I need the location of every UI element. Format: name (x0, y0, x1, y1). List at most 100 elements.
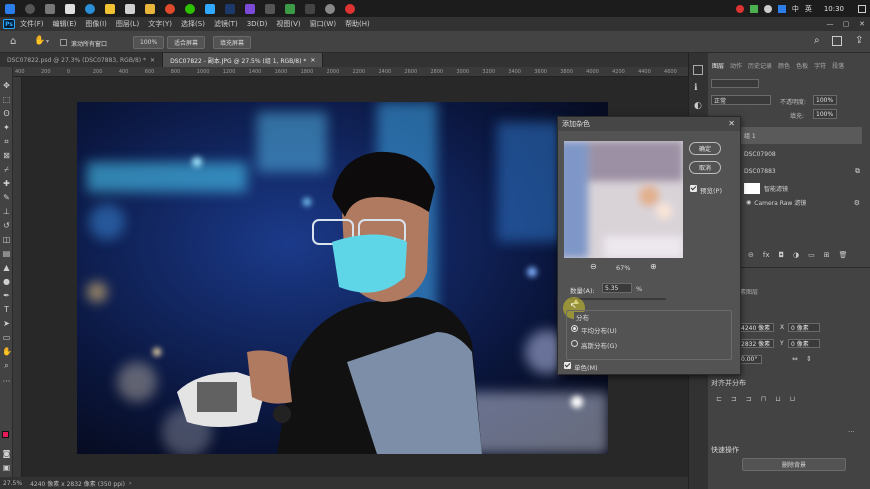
preview-checkbox[interactable] (690, 184, 697, 192)
app-icon[interactable] (325, 3, 335, 14)
amount-input[interactable]: 5.35 (602, 283, 632, 293)
new-group-icon[interactable]: ▭ (808, 251, 815, 259)
tab-color[interactable]: 颜色 (778, 61, 790, 70)
type-tool-icon[interactable]: T (2, 305, 11, 314)
more-options-icon[interactable]: ··· (848, 428, 855, 436)
close-icon[interactable]: ✕ (854, 20, 870, 28)
gradient-tool-icon[interactable]: ▤ (2, 249, 11, 258)
uniform-radio[interactable] (571, 324, 578, 332)
move-tool-icon[interactable]: ✥ (2, 81, 11, 90)
wechat-icon[interactable] (185, 3, 195, 14)
tab-swatches[interactable]: 色板 (796, 61, 808, 70)
tab-actions[interactable]: 动作 (730, 61, 742, 70)
document-canvas-photo[interactable] (77, 102, 608, 454)
mail-icon[interactable] (145, 3, 155, 14)
menu-window[interactable]: 窗口(W) (310, 19, 336, 29)
chrome-icon[interactable] (165, 3, 175, 14)
crop-tool-icon[interactable]: ⌗ (2, 137, 11, 146)
tab-character[interactable]: 字符 (814, 61, 826, 70)
add-mask-icon[interactable]: ◘ (778, 251, 784, 259)
height-input[interactable]: 2832 像素 (738, 339, 774, 348)
amount-slider-track[interactable] (570, 298, 666, 304)
ok-button[interactable]: 确定 (689, 142, 721, 155)
vertical-ruler[interactable] (13, 77, 22, 477)
zoom-level[interactable]: 27.5% (3, 480, 22, 487)
horizontal-ruler[interactable]: 400 200 0 200 400 600 800 1000 1200 1400 1600 1800 2… (13, 67, 688, 77)
learn-panel-icon[interactable] (693, 65, 703, 75)
tab-layers[interactable]: 图层 (712, 61, 724, 70)
adjustments-panel-icon[interactable]: ◐ (694, 101, 702, 111)
monochromatic-checkbox[interactable] (564, 361, 571, 369)
search-icon[interactable] (25, 3, 35, 14)
brush-tool-icon[interactable]: ✎ (2, 193, 11, 202)
edge-icon[interactable] (85, 3, 95, 14)
tray-record-icon[interactable] (735, 4, 744, 13)
align-middle-icon[interactable]: ⊔ (775, 395, 780, 403)
ime-mode-label[interactable]: 中 (792, 4, 799, 14)
tab-paragraph[interactable]: 段落 (832, 61, 844, 70)
hand-tool-icon[interactable]: ✋ (2, 347, 12, 356)
align-left-icon[interactable]: ⊏ (716, 395, 722, 403)
clone-stamp-tool-icon[interactable]: ⊥ (2, 207, 11, 216)
remove-background-button[interactable]: 删除背景 (742, 458, 846, 471)
document-info[interactable]: 4240 像素 x 2832 像素 (350 ppi) (30, 479, 125, 488)
dodge-tool-icon[interactable]: ● (2, 277, 11, 286)
workspace-icon[interactable] (832, 36, 842, 46)
blend-mode-select[interactable]: 正常 (711, 95, 771, 105)
tray-nvidia-icon[interactable] (749, 4, 758, 13)
zoom-100-button[interactable]: 100% (133, 36, 165, 49)
menu-view[interactable]: 视图(V) (276, 19, 300, 29)
link-layers-icon[interactable]: ⊝ (748, 251, 754, 259)
tool-preset-chevron-icon[interactable]: ▾ (46, 38, 49, 45)
menu-select[interactable]: 选择(S) (181, 19, 205, 29)
cancel-button[interactable]: 取消 (689, 161, 721, 174)
menu-file[interactable]: 文件(F) (20, 19, 44, 29)
visibility-eye-icon[interactable]: ◉ (746, 199, 751, 206)
pen-tool-icon[interactable]: ✒ (2, 291, 11, 300)
store-icon[interactable] (125, 3, 135, 14)
tab-close-icon[interactable]: ✕ (150, 57, 155, 64)
notification-icon[interactable] (858, 4, 866, 13)
fit-screen-button[interactable]: 适合屏幕 (167, 36, 206, 49)
menu-type[interactable]: 文字(Y) (148, 19, 172, 29)
marquee-tool-icon[interactable]: ⬚ (2, 95, 11, 104)
delete-layer-icon[interactable]: 🗑 (839, 251, 848, 259)
foreground-color-swatch[interactable] (2, 431, 9, 438)
eyedropper-tool-icon[interactable]: ⌿ (2, 165, 11, 174)
adjustment-layer-icon[interactable]: ◑ (793, 251, 799, 259)
ime-language-label[interactable]: 英 (805, 4, 812, 14)
menu-layer[interactable]: 图层(L) (116, 19, 139, 29)
lasso-tool-icon[interactable]: ʘ (2, 109, 11, 118)
eraser-tool-icon[interactable]: ◫ (2, 235, 11, 244)
magic-wand-tool-icon[interactable]: ✦ (2, 123, 11, 132)
tab-document-psd[interactable]: DSC07822.psd @ 27.3% (DSC07883, RGB/8) *… (0, 53, 164, 67)
fill-input[interactable]: 100% (813, 109, 837, 119)
path-selection-tool-icon[interactable]: ➤ (2, 319, 11, 328)
app-icon[interactable] (285, 3, 295, 14)
zoom-in-icon[interactable]: ⊕ (650, 262, 657, 271)
layer-style-icon[interactable]: fx (763, 251, 770, 259)
align-bottom-icon[interactable]: ⊔ (790, 395, 795, 403)
hand-tool-icon[interactable]: ✋ (34, 36, 45, 46)
more-tools-icon[interactable]: ··· (2, 377, 11, 386)
x-input[interactable]: 0 像素 (788, 323, 820, 332)
search-icon[interactable]: ⌕ (814, 35, 820, 46)
tray-cloud-icon[interactable] (763, 4, 772, 13)
dialog-titlebar[interactable]: 添加杂色 ✕ (558, 117, 740, 131)
menu-edit[interactable]: 编辑(E) (53, 19, 77, 29)
menu-3d[interactable]: 3D(D) (247, 20, 268, 28)
properties-panel-icon[interactable]: ℹ (694, 83, 697, 93)
clock[interactable]: 10:30 (824, 5, 844, 13)
rectangle-tool-icon[interactable]: ▭ (2, 333, 11, 342)
zoom-tool-icon[interactable]: ⌕ (2, 361, 11, 370)
quick-mask-icon[interactable]: ◙ (2, 449, 11, 458)
new-layer-icon[interactable]: ⊞ (824, 251, 830, 259)
gaussian-radio[interactable] (571, 339, 578, 347)
frame-tool-icon[interactable]: ⊠ (2, 151, 11, 160)
filter-preview[interactable] (564, 141, 683, 258)
record-icon[interactable] (345, 3, 355, 14)
opacity-input[interactable]: 100% (813, 95, 837, 105)
width-input[interactable]: 4240 像素 (738, 323, 774, 332)
filter-options-icon[interactable]: ⚙ (854, 199, 860, 207)
minimize-icon[interactable]: — (822, 20, 838, 28)
